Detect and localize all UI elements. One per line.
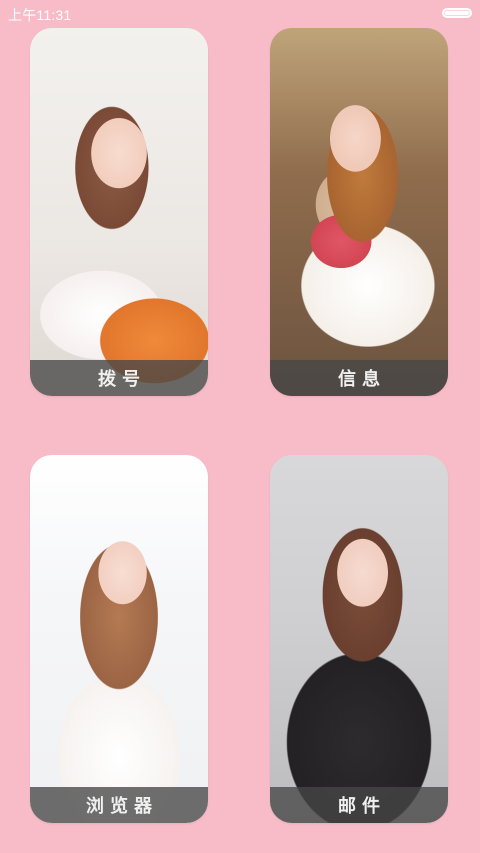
status-time: 上午11:31 (8, 7, 72, 23)
battery-fill (445, 11, 469, 15)
browser-label-bar: 浏览器 (30, 787, 208, 823)
dialer-photo (30, 28, 208, 396)
messages-label: 信息 (338, 369, 386, 389)
battery-icon (442, 8, 472, 18)
dialer-tile[interactable]: 拨号 (30, 28, 208, 396)
dialer-label-bar: 拨号 (30, 360, 208, 396)
messages-tile[interactable]: 信息 (270, 28, 448, 396)
browser-photo (30, 455, 208, 823)
browser-label: 浏览器 (86, 796, 158, 816)
messages-photo (270, 28, 448, 396)
status-bar: 上午11:31 (0, 0, 480, 26)
mail-label: 邮件 (338, 796, 386, 816)
mail-photo (270, 455, 448, 823)
browser-tile[interactable]: 浏览器 (30, 455, 208, 823)
dialer-label: 拨号 (98, 369, 146, 389)
mail-label-bar: 邮件 (270, 787, 448, 823)
messages-label-bar: 信息 (270, 360, 448, 396)
mail-tile[interactable]: 邮件 (270, 455, 448, 823)
